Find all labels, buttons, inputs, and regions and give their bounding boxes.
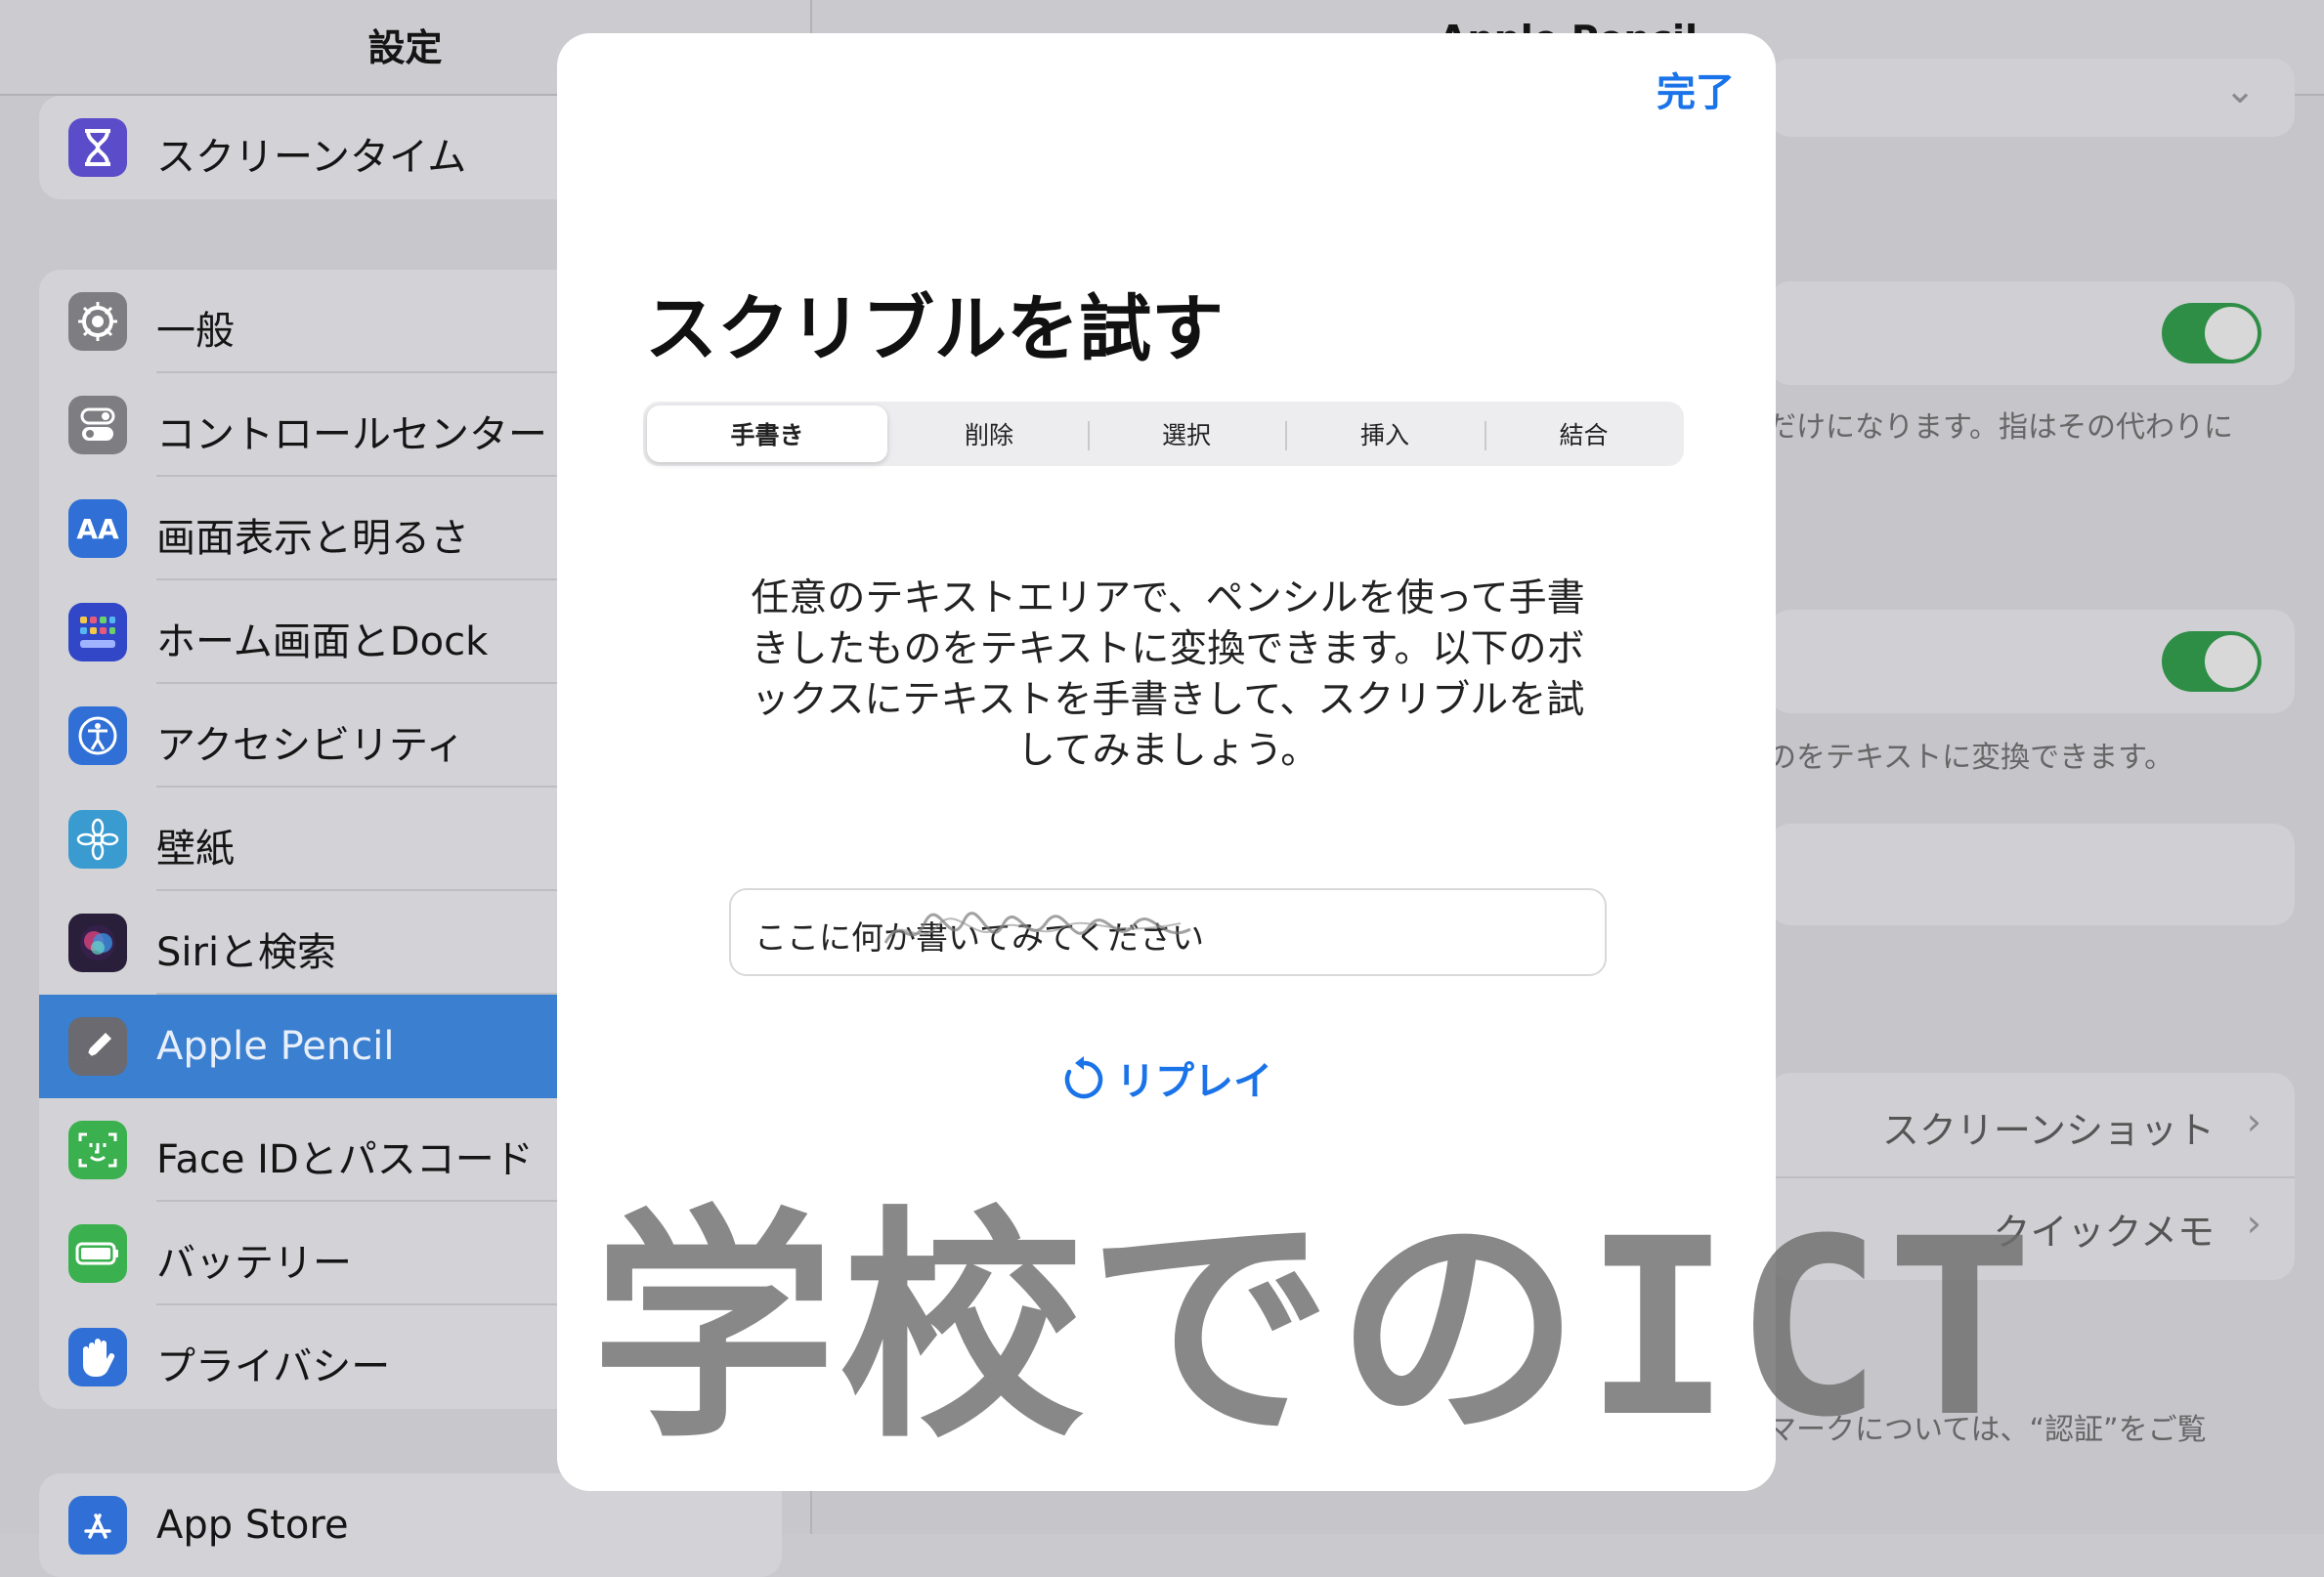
sidebar-item-label: App Store: [156, 1503, 349, 1548]
sidebar-item-label: Face IDとパスコード: [156, 1137, 534, 1182]
sidebar-item-label: 画面表示と明るさ: [156, 516, 469, 561]
replay-icon: [1064, 1056, 1103, 1099]
screenshot-link[interactable]: スクリーンショット: [1882, 1100, 2215, 1154]
gear-icon: [68, 292, 127, 351]
hand-icon: [68, 1328, 127, 1386]
sidebar-item-label: 壁紙: [156, 827, 235, 872]
siri-icon: [68, 914, 127, 972]
detail-note-1: だけになります。指はその代わりに: [1767, 410, 2233, 445]
toggle-switch-1[interactable]: [2162, 303, 2261, 363]
segmented-control: 手書き 削除 選択 挿入 結合: [643, 402, 1684, 466]
sidebar-item-label: 一般: [156, 309, 235, 354]
toggles-icon: [68, 396, 127, 454]
tab-join[interactable]: 結合: [1487, 405, 1680, 462]
accessibility-icon: [68, 706, 127, 765]
flower-icon: [68, 810, 127, 869]
sidebar-item-label: Siriと検索: [156, 930, 337, 975]
sidebar-item-label: スクリーンタイム: [156, 135, 467, 180]
sidebar-item-label: バッテリー: [156, 1241, 352, 1286]
chevron-right-icon: ›: [2246, 1202, 2261, 1245]
tab-select[interactable]: 選択: [1091, 405, 1282, 462]
sidebar-item-label: ホーム画面とDock: [156, 619, 489, 664]
detail-card-top: ⌄: [1769, 59, 2295, 137]
chevron-down-icon: ⌄: [2224, 68, 2256, 111]
done-button[interactable]: 完了: [1657, 61, 1735, 117]
app-store-icon: [68, 1496, 127, 1555]
tab-delete[interactable]: 削除: [893, 405, 1085, 462]
modal-description: 任意のテキストエリアで、ペンシルを使って手書きしたものをテキストに変換できます。…: [751, 576, 1585, 773]
sidebar-item-label: コントロールセンター: [156, 412, 547, 457]
tab-insert[interactable]: 挿入: [1288, 405, 1482, 462]
home-grid-icon: [68, 603, 127, 661]
face-id-icon: [68, 1121, 127, 1179]
replay-label: リプレイ: [1116, 1059, 1272, 1104]
handwriting-scribble: [883, 912, 1191, 944]
battery-icon: [68, 1224, 127, 1283]
pencil-icon: [68, 1017, 127, 1076]
hourglass-icon: [68, 118, 127, 177]
sidebar-item-label: プライバシー: [156, 1344, 391, 1389]
sidebar-item-label: アクセシビリティ: [156, 723, 465, 768]
text-size-icon: AA: [68, 499, 127, 558]
tab-handwrite[interactable]: 手書き: [647, 405, 887, 462]
sidebar-item-label: Apple Pencil: [156, 1024, 395, 1069]
scribble-try-field[interactable]: ここに何か書いてみてください: [729, 888, 1607, 976]
toggle-switch-2[interactable]: [2162, 631, 2261, 692]
detail-card-blank: [1769, 824, 2295, 925]
watermark-text: 学校でのICT: [591, 1186, 2038, 1470]
modal-title: スクリブルを試す: [645, 287, 1224, 371]
chevron-right-icon: ›: [2246, 1100, 2261, 1143]
detail-card-toggle-1: [1769, 281, 2295, 385]
detail-card-toggle-2: [1769, 610, 2295, 713]
replay-button[interactable]: リプレイ: [1063, 1049, 1272, 1106]
detail-note-2: のをテキストに変換できます。: [1767, 741, 2174, 775]
